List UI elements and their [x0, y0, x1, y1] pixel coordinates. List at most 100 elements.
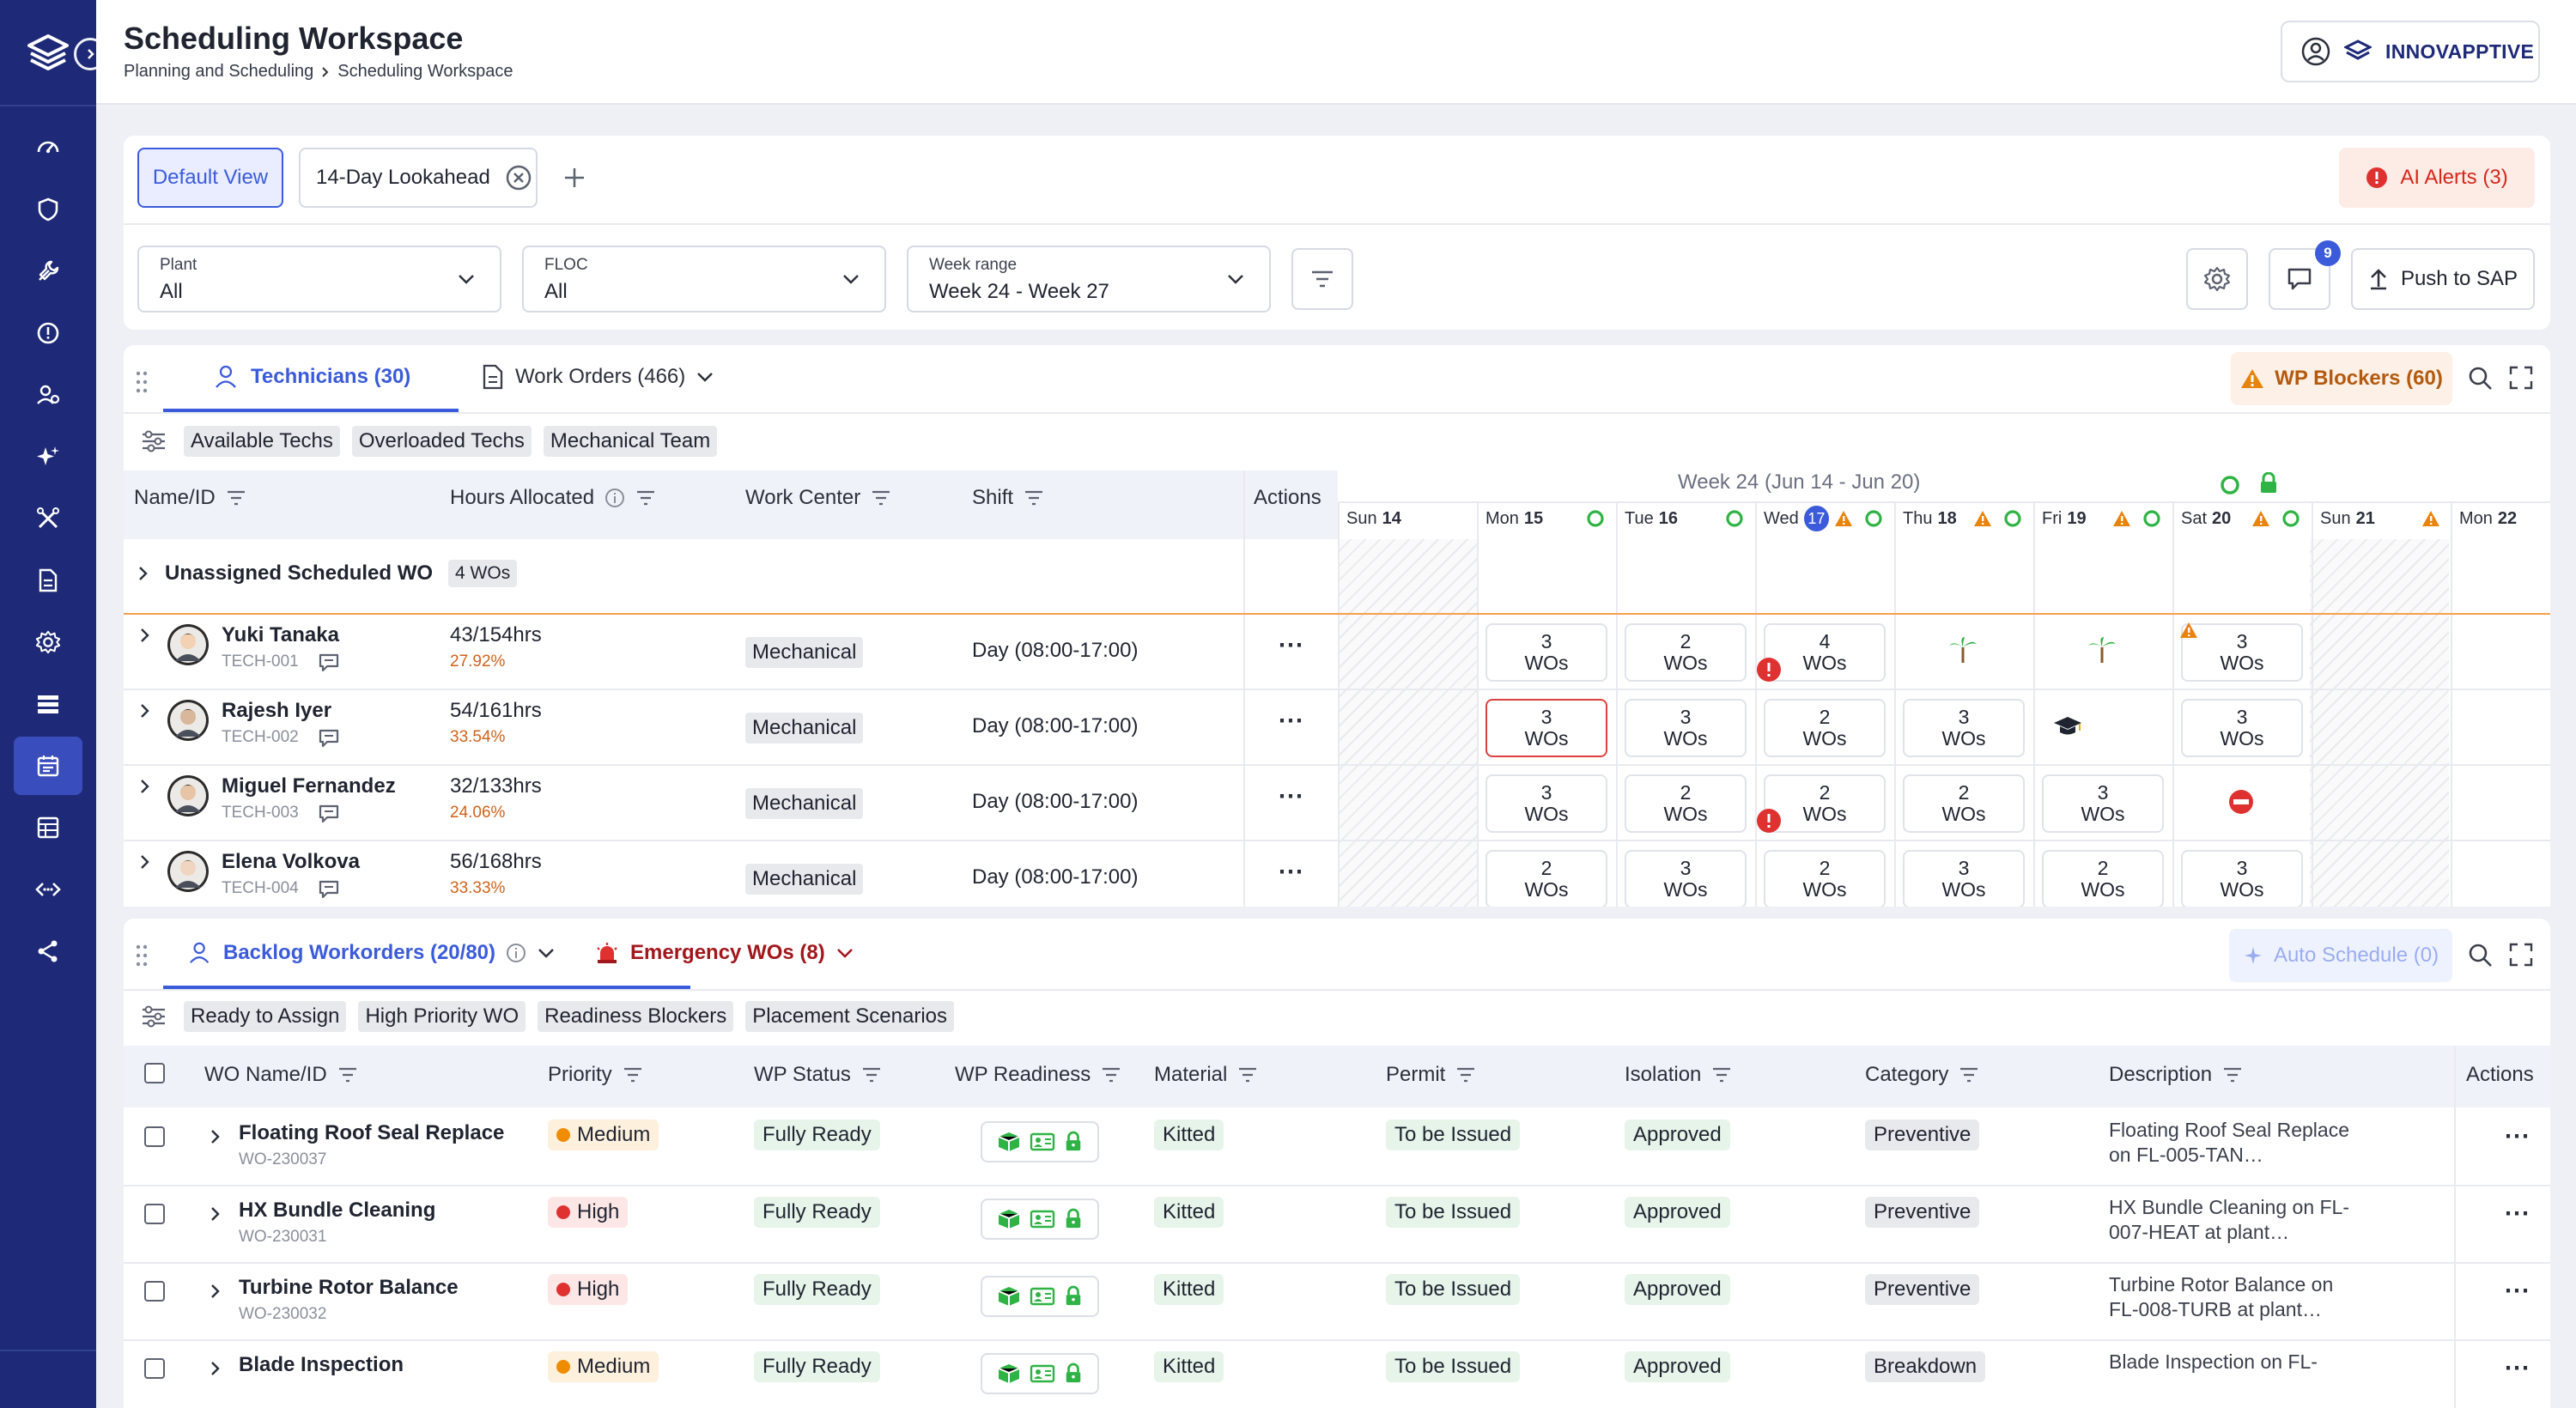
- schedule-cell[interactable]: 3 WOs: [2181, 623, 2303, 682]
- row-actions-button[interactable]: ⋯: [2504, 1353, 2530, 1383]
- quick-filter-chip[interactable]: Mechanical Team: [543, 426, 718, 457]
- unassigned-row[interactable]: Unassigned Scheduled WO 4 WOs: [137, 560, 518, 587]
- comment-icon[interactable]: [318, 728, 340, 749]
- technician-row[interactable]: Miguel Fernandez TECH-003 32/133hrs 24.06% M…: [124, 766, 2550, 841]
- sidebar-item-dashboard[interactable]: [14, 118, 82, 177]
- wo-name[interactable]: Blade Inspection: [239, 1353, 404, 1377]
- blocked-icon[interactable]: [2224, 785, 2258, 819]
- palm-icon[interactable]: [2085, 634, 2119, 668]
- drag-handle-icon[interactable]: [136, 371, 148, 393]
- table-row[interactable]: HX Bundle Cleaning WO-230031 High Fully Rea…: [124, 1186, 2550, 1264]
- filter-icon[interactable]: [623, 1066, 643, 1083]
- col-hours[interactable]: Hours Allocated: [450, 486, 656, 510]
- comment-icon[interactable]: [318, 652, 340, 673]
- quick-filter-chip[interactable]: High Priority WO: [358, 1001, 526, 1032]
- week-range-select[interactable]: Week range Week 24 - Week 27: [907, 246, 1271, 313]
- drag-handle-icon[interactable]: [136, 944, 148, 967]
- sidebar-item-code[interactable]: [14, 860, 82, 919]
- breadcrumb-item[interactable]: Planning and Scheduling: [124, 62, 313, 82]
- add-view-icon[interactable]: [560, 163, 589, 192]
- wp-readiness-icons[interactable]: [981, 1121, 1099, 1162]
- chevron-down-icon[interactable]: [696, 371, 714, 383]
- schedule-cell[interactable]: 2 WOs: [1625, 623, 1747, 682]
- tab-technicians[interactable]: Technicians (30): [215, 364, 410, 390]
- auto-schedule-button[interactable]: Auto Schedule (0): [2229, 929, 2452, 982]
- view-tab-lookahead[interactable]: 14-Day Lookahead: [299, 148, 538, 208]
- technician-row[interactable]: Rajesh Iyer TECH-002 54/161hrs 33.54% Mechan…: [124, 690, 2550, 766]
- chevron-down-icon[interactable]: [835, 947, 854, 959]
- floc-select[interactable]: FLOC All: [522, 246, 886, 313]
- chevron-down-icon[interactable]: [537, 947, 556, 959]
- comment-icon[interactable]: [318, 804, 340, 824]
- technician-row[interactable]: Elena Volkova TECH-004 56/168hrs 33.33% Mech…: [124, 841, 2550, 907]
- schedule-cell[interactable]: 3 WOs: [1625, 699, 1747, 757]
- col-wp-status[interactable]: WP Status: [754, 1063, 882, 1087]
- chevron-right-icon[interactable]: [210, 1283, 222, 1300]
- app-logo-icon[interactable]: [24, 33, 72, 74]
- close-circle-icon[interactable]: [506, 165, 532, 191]
- technician-name[interactable]: Elena Volkova: [222, 850, 360, 874]
- col-permit[interactable]: Permit: [1386, 1063, 1476, 1087]
- filter-icon[interactable]: [337, 1066, 358, 1083]
- row-actions-button[interactable]: ⋯: [2504, 1121, 2530, 1151]
- row-actions-button[interactable]: ⋯: [1278, 630, 1304, 660]
- filter-icon[interactable]: [635, 489, 656, 507]
- schedule-cell[interactable]: 3 WOs: [1485, 623, 1607, 682]
- col-work-center[interactable]: Work Center: [745, 486, 891, 510]
- schedule-cell[interactable]: 2 WOs: [1903, 774, 2025, 833]
- search-icon[interactable]: [2468, 366, 2494, 391]
- sidebar-item-sparkle[interactable]: [14, 428, 82, 486]
- schedule-cell[interactable]: 2 WOs: [1625, 774, 1747, 833]
- schedule-cell[interactable]: 2 WOs: [1764, 850, 1886, 907]
- filter-icon[interactable]: [1455, 1066, 1476, 1083]
- schedule-cell[interactable]: 3 WOs: [2042, 774, 2164, 833]
- schedule-cell[interactable]: 3 WOs: [1903, 850, 2025, 907]
- chevron-right-icon[interactable]: [139, 627, 151, 644]
- technician-name[interactable]: Miguel Fernandez: [222, 774, 396, 798]
- chevron-right-icon[interactable]: [210, 1205, 222, 1223]
- quick-filter-chip[interactable]: Placement Scenarios: [745, 1001, 955, 1032]
- col-wo-name-id[interactable]: WO Name/ID: [204, 1063, 358, 1087]
- expand-icon[interactable]: [2509, 943, 2533, 967]
- chevron-right-icon[interactable]: [139, 853, 151, 871]
- expand-icon[interactable]: [2509, 366, 2533, 390]
- wp-readiness-icons[interactable]: [981, 1199, 1099, 1240]
- filter-icon[interactable]: [871, 489, 891, 507]
- col-category[interactable]: Category: [1865, 1063, 1979, 1087]
- settings-button[interactable]: [2186, 248, 2248, 310]
- schedule-cell[interactable]: 3 WOs: [1903, 699, 2025, 757]
- schedule-cell[interactable]: 2 WOs: [1764, 699, 1886, 757]
- filter-icon[interactable]: [1237, 1066, 1258, 1083]
- chevron-right-icon[interactable]: [139, 778, 151, 795]
- sidebar-item-settings[interactable]: [14, 613, 82, 671]
- technician-row[interactable]: Yuki Tanaka TECH-001 43/154hrs 27.92% Mechan…: [124, 615, 2550, 690]
- technician-name[interactable]: Rajesh Iyer: [222, 699, 331, 723]
- row-checkbox[interactable]: [144, 1358, 165, 1379]
- comment-icon[interactable]: [318, 879, 340, 900]
- filter-icon[interactable]: [1711, 1066, 1732, 1083]
- sidebar-item-alert[interactable]: [14, 304, 82, 362]
- tab-emergency[interactable]: Emergency WOs (8): [594, 941, 854, 965]
- col-actions[interactable]: Actions: [2466, 1063, 2534, 1087]
- table-row[interactable]: Blade Inspection Medium Fully Ready Kitted T…: [124, 1341, 2550, 1408]
- quick-filter-chip[interactable]: Ready to Assign: [184, 1001, 347, 1032]
- col-name-id[interactable]: Name/ID: [134, 486, 246, 510]
- graduation-cap-icon[interactable]: [2050, 709, 2085, 743]
- table-row[interactable]: Floating Roof Seal Replace WO-230037 Mediu…: [124, 1109, 2550, 1186]
- wo-name[interactable]: HX Bundle Cleaning: [239, 1199, 435, 1223]
- row-checkbox[interactable]: [144, 1204, 165, 1224]
- push-to-sap-button[interactable]: Push to SAP: [2351, 248, 2535, 310]
- sliders-icon[interactable]: [141, 429, 167, 453]
- select-all-checkbox[interactable]: [144, 1063, 165, 1083]
- filter-icon[interactable]: [861, 1066, 882, 1083]
- col-description[interactable]: Description: [2109, 1063, 2243, 1087]
- palm-icon[interactable]: [1946, 634, 1980, 668]
- plant-select[interactable]: Plant All: [137, 246, 501, 313]
- wp-blockers-button[interactable]: WP Blockers (60): [2231, 352, 2452, 405]
- tab-work-orders[interactable]: Work Orders (466): [481, 364, 714, 390]
- schedule-cell[interactable]: 3 WOs: [1485, 774, 1607, 833]
- schedule-cell[interactable]: 3 WOs: [1485, 699, 1607, 757]
- quick-filter-chip[interactable]: Available Techs: [184, 426, 340, 457]
- quick-filter-chip[interactable]: Readiness Blockers: [538, 1001, 734, 1032]
- sidebar-item-list[interactable]: [14, 675, 82, 733]
